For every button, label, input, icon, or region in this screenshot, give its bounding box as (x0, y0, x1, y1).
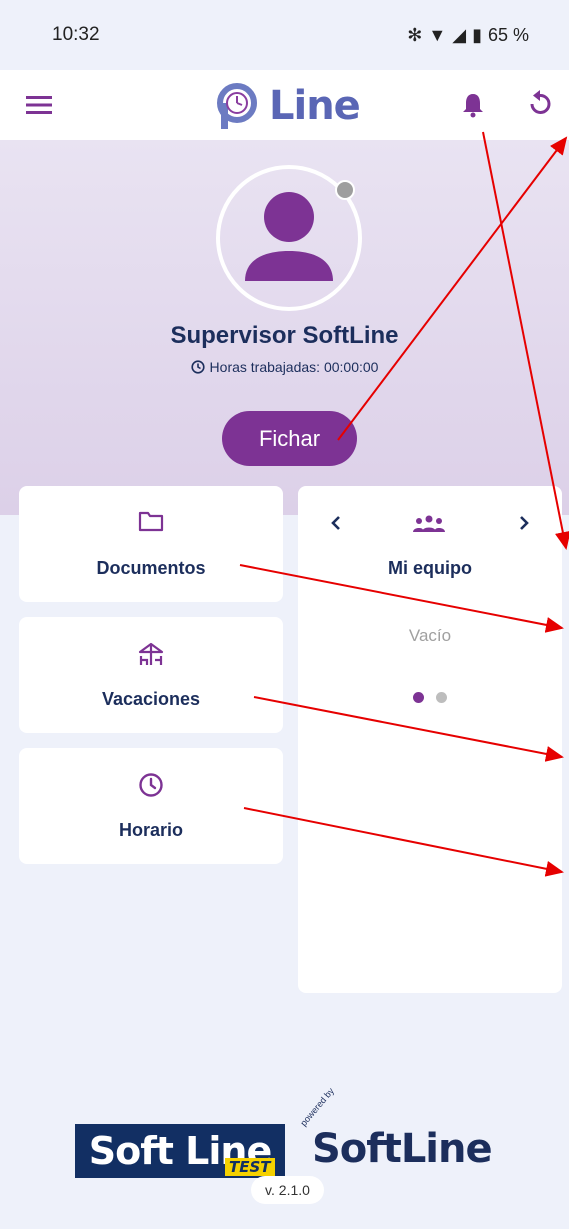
arrow (337, 136, 568, 441)
annotation-arrows (239, 131, 569, 877)
arrow (243, 807, 564, 877)
arrow (253, 696, 564, 762)
arrow (239, 564, 564, 633)
